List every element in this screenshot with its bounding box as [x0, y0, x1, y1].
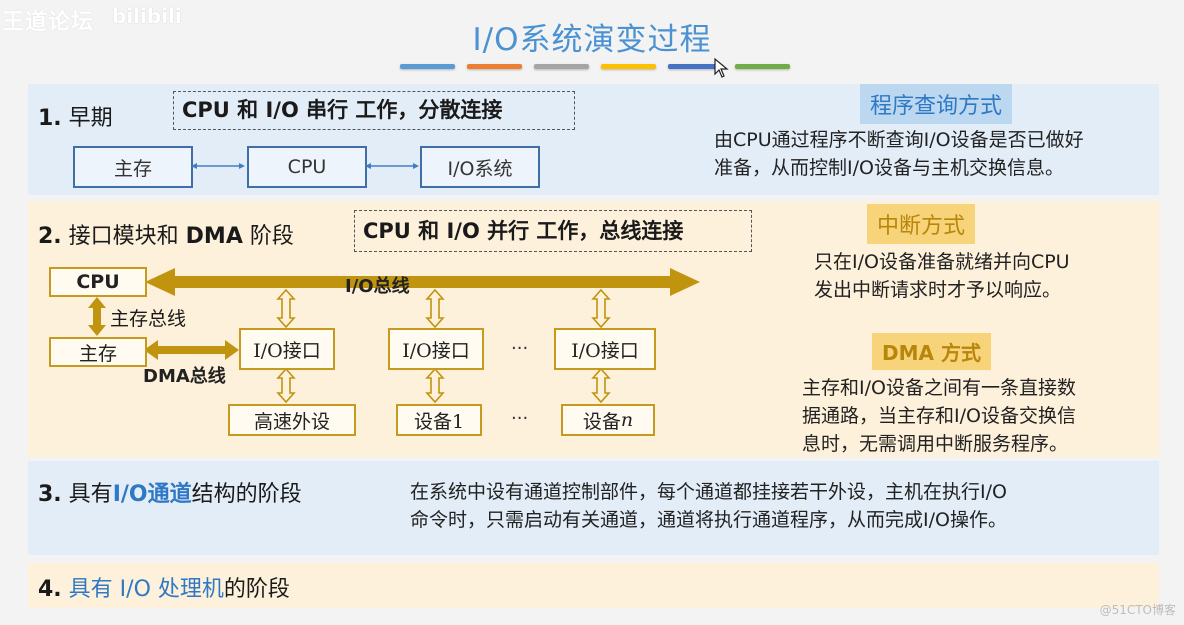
polling-method-title: 程序查询方式: [860, 84, 1013, 124]
io-bus-arrow-icon: [145, 268, 700, 296]
double-arrow-icon: [276, 288, 296, 329]
title-bar: [735, 64, 790, 69]
stage-label: 的阶段: [223, 577, 290, 602]
stage-number: 3.: [38, 482, 62, 507]
io-interface-box: I/O接口: [554, 328, 656, 370]
desc-line: 发出中断请求时才予以响应。: [814, 279, 1062, 301]
memory-box: 主存: [73, 146, 193, 188]
interrupt-method-title: 中断方式: [867, 204, 976, 244]
title-color-bars: [400, 64, 790, 69]
device-box: 高速外设: [228, 404, 356, 436]
dma-method-description: 主存和I/O设备之间有一条直接数 据通路，当主存和I/O设备交换信 息时，无需调…: [802, 374, 1076, 458]
memory-bus-arrow-icon: [88, 297, 106, 336]
stage-number: 4.: [38, 577, 62, 602]
stage-label: 接口模块和: [68, 224, 186, 249]
desc-line: 据通路，当主存和I/O设备交换信: [802, 405, 1076, 427]
mouse-cursor-icon: [714, 58, 729, 78]
cpu-io-arrow-icon: [365, 163, 419, 169]
double-arrow-icon: [276, 367, 296, 404]
stage-label: 早期: [68, 106, 113, 131]
desc-line: 主存和I/O设备之间有一条直接数: [802, 377, 1076, 399]
desc-line: 在系统中设有通道控制部件，每个通道都挂接若干外设，主机在执行I/O: [410, 481, 1007, 503]
stage-number: 1.: [38, 106, 62, 131]
double-arrow-icon: [425, 288, 445, 329]
dma-bus-label: DMA总线: [143, 366, 226, 387]
double-arrow-icon: [591, 288, 611, 329]
stage-label: 具有: [68, 482, 113, 507]
io-interface-box: I/O接口: [388, 328, 484, 370]
title-bar: [400, 64, 455, 69]
memory-box: 主存: [49, 337, 147, 367]
ellipsis: ···: [511, 338, 529, 359]
stage-label-highlight: I/O通道: [112, 482, 192, 507]
device-box: 设备 n: [561, 404, 655, 436]
channel-description: 在系统中设有通道控制部件，每个通道都挂接若干外设，主机在执行I/O 命令时，只需…: [410, 478, 1007, 534]
stage-3-heading: 3. 具有I/O通道结构的阶段: [38, 476, 302, 508]
memory-cpu-arrow-icon: [191, 163, 245, 169]
stage-1-heading: 1. 早期: [38, 100, 113, 132]
title-bar: [601, 64, 656, 69]
stage-2-summary: CPU 和 I/O 并行 工作，总线连接: [354, 210, 752, 252]
desc-line: 准备，从而控制I/O设备与主机交换信息。: [714, 157, 1064, 179]
interrupt-method-description: 只在I/O设备准备就绪并向CPU 发出中断请求时才予以响应。: [814, 248, 1070, 304]
memory-bus-label: 主存总线: [110, 308, 187, 330]
polling-method-description: 由CPU通过程序不断查询I/O设备是否已做好 准备，从而控制I/O设备与主机交换…: [714, 126, 1084, 182]
stage-label-bold: DMA: [185, 224, 243, 249]
page-title: I/O系统演变过程: [472, 22, 712, 58]
corner-watermark: @51CTO博客: [1099, 603, 1176, 617]
stage-label: 结构的阶段: [191, 482, 302, 507]
dma-method-title: DMA 方式: [872, 333, 991, 370]
desc-line: 息时，无需调用中断服务程序。: [802, 433, 1069, 455]
desc-line: 由CPU通过程序不断查询I/O设备是否已做好: [714, 129, 1084, 151]
stage-label: 阶段: [242, 224, 294, 249]
stage-number: 2.: [38, 224, 62, 249]
device-box: 设备1: [396, 404, 482, 436]
stage-1-summary: CPU 和 I/O 串行 工作，分散连接: [173, 91, 575, 130]
ellipsis: ···: [511, 408, 529, 429]
desc-line: 命令时，只需启动有关通道，通道将执行通道程序，从而完成I/O操作。: [410, 509, 1007, 531]
stage-4-heading: 4. 具有 I/O 处理机的阶段: [38, 571, 290, 603]
title-bar: [534, 64, 589, 69]
double-arrow-icon: [591, 367, 611, 404]
io-bus-label: I/O总线: [345, 276, 410, 297]
io-interface-box: I/O接口: [239, 328, 335, 370]
io-system-box: I/O系统: [420, 146, 540, 188]
cpu-box: CPU: [247, 146, 367, 188]
dma-bus-arrow-icon: [144, 340, 239, 360]
double-arrow-icon: [425, 367, 445, 404]
stage-label-highlight: 具有 I/O 处理机: [68, 577, 224, 602]
desc-line: 只在I/O设备准备就绪并向CPU: [814, 251, 1070, 273]
cpu-box: CPU: [49, 267, 147, 297]
title-bar: [467, 64, 522, 69]
stage-2-heading: 2. 接口模块和 DMA 阶段: [38, 218, 294, 250]
